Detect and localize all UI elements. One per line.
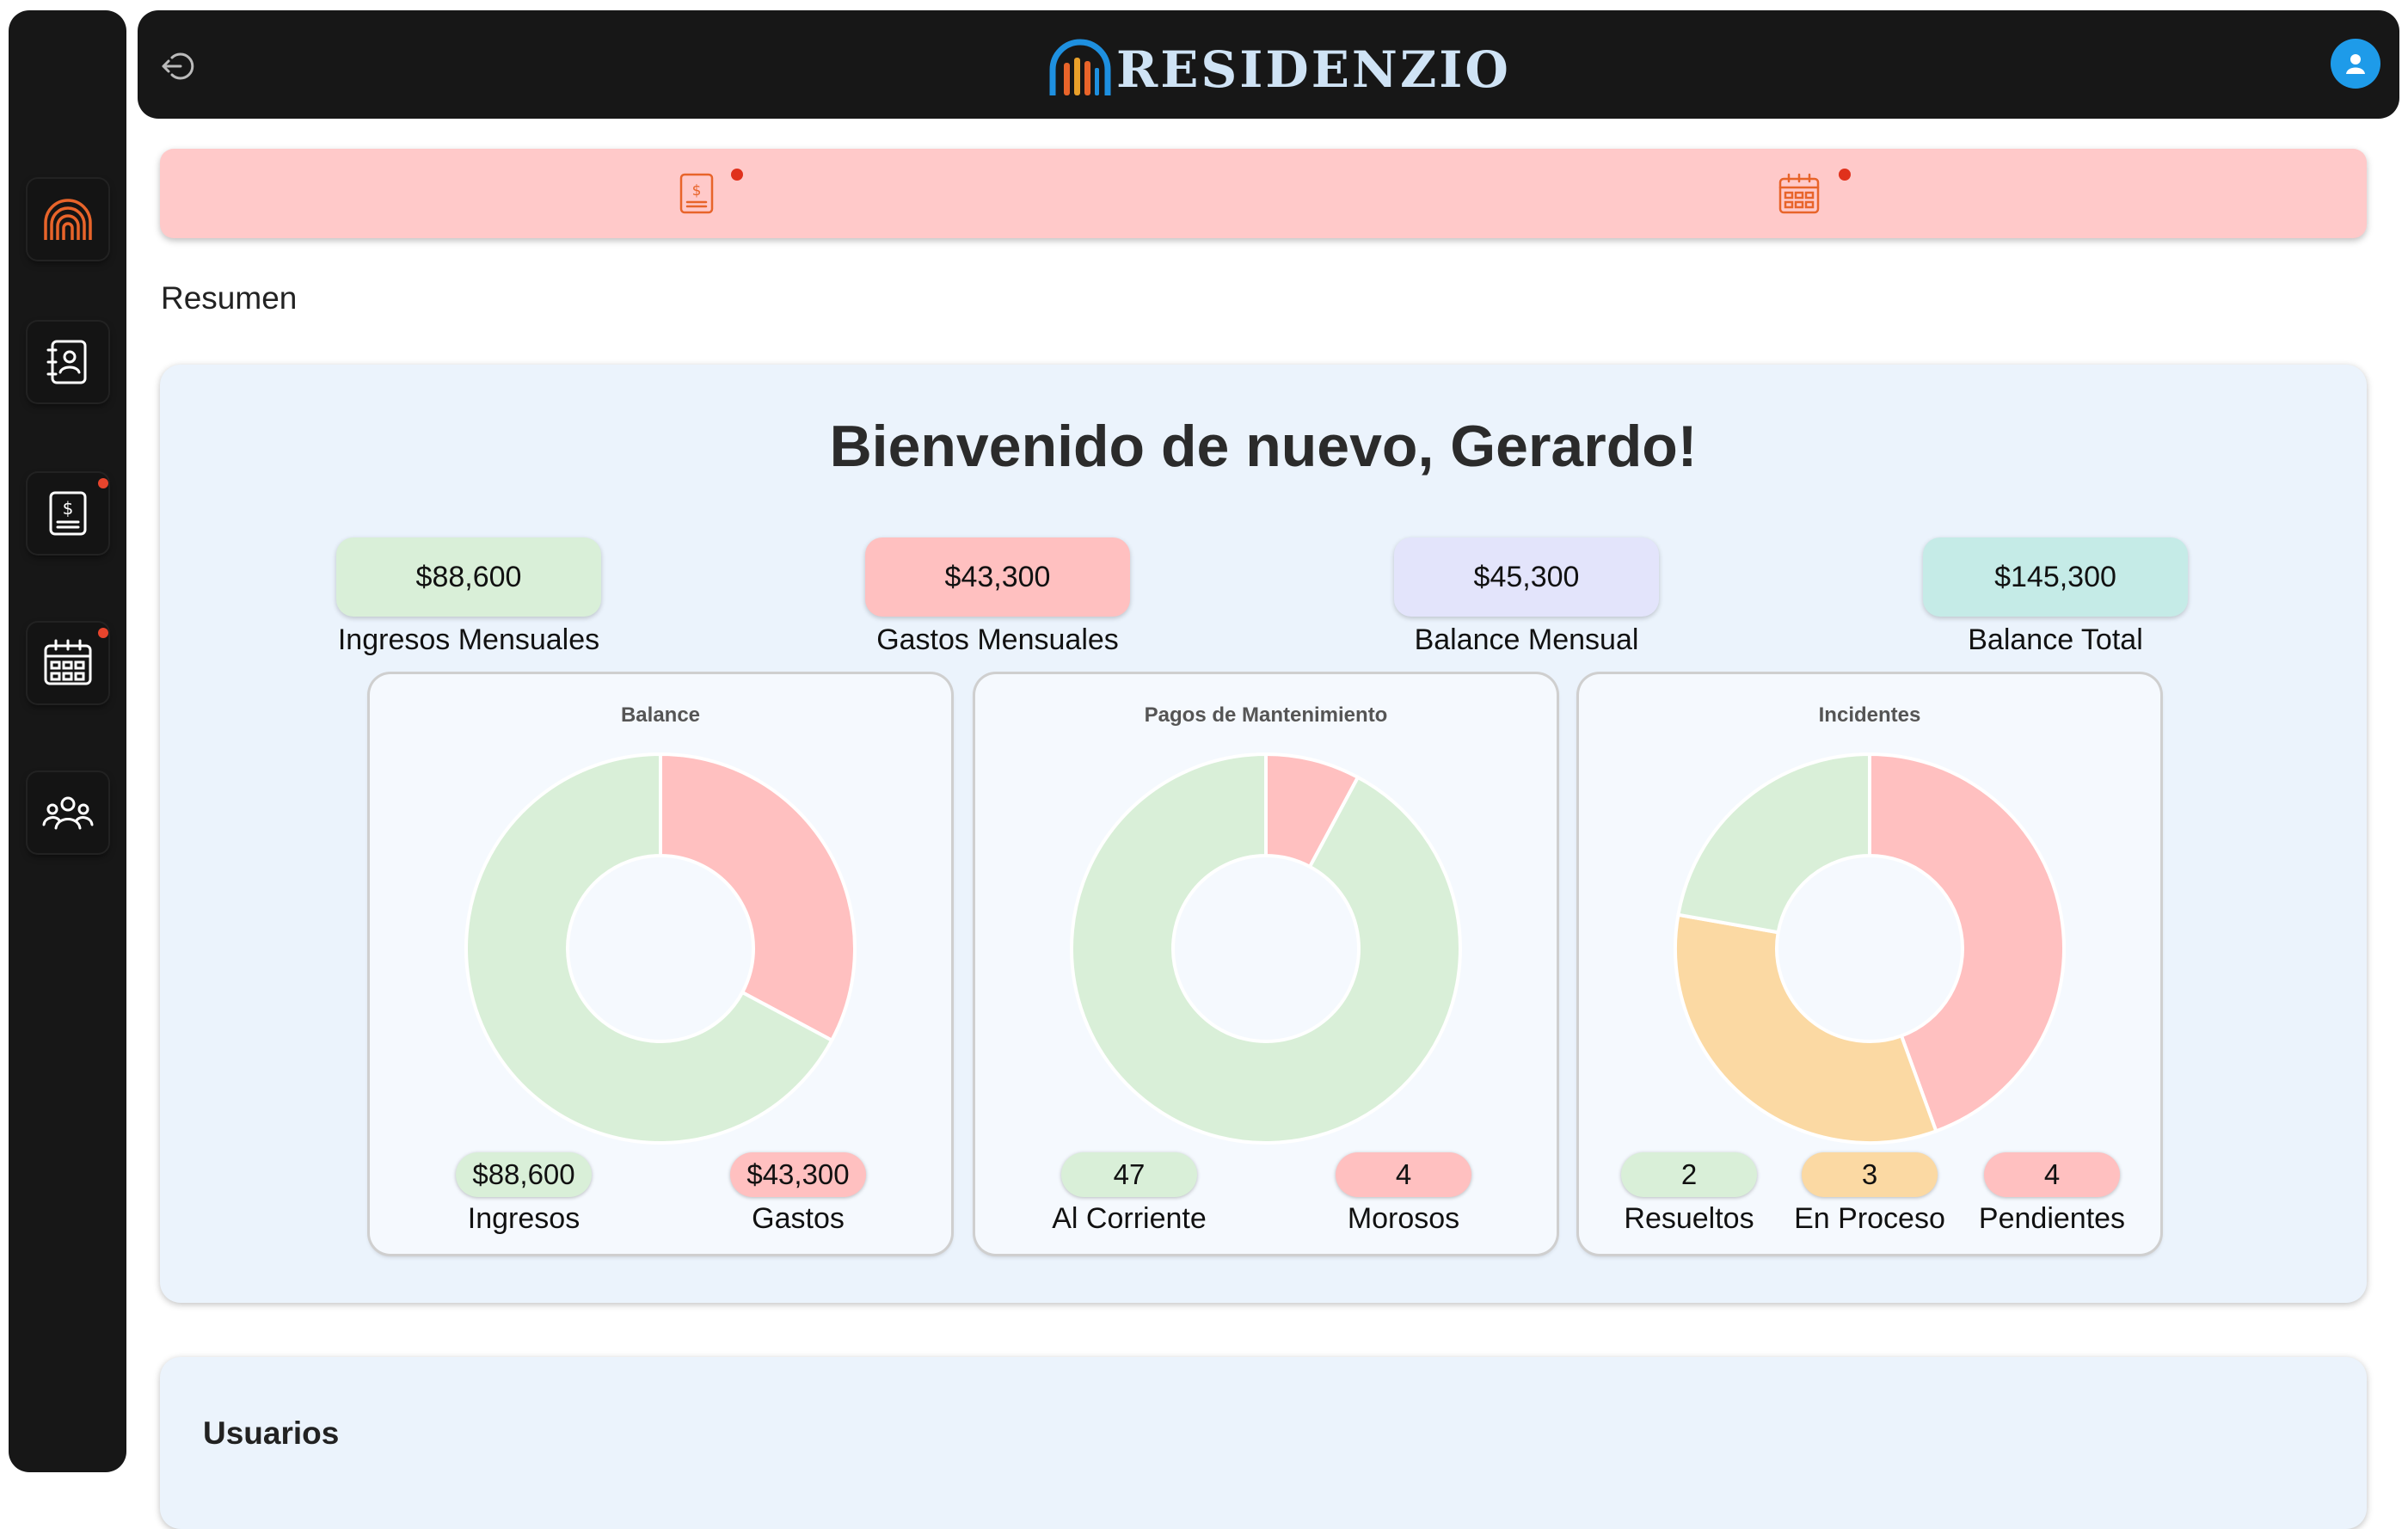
stat-label: Balance Total <box>1968 623 2143 656</box>
legend-item: $88,600 Ingresos <box>429 1152 618 1236</box>
chart-title: Pagos de Mantenimiento <box>1144 703 1388 727</box>
sidebar-item-community[interactable] <box>28 772 108 853</box>
chart-card-mantenimiento: Pagos de Mantenimiento 47 Al Corriente 4… <box>975 674 1557 1254</box>
community-icon <box>42 796 94 830</box>
donut-chart-incidentes[interactable] <box>1668 746 2072 1151</box>
welcome-heading: Bienvenido de nuevo, Gerardo! <box>829 414 1698 479</box>
chart-card-balance: Balance $88,600 Ingresos $43,300 Gastos <box>370 674 951 1254</box>
stat-value: $45,300 <box>1394 537 1659 617</box>
chart-card-incidentes: Incidentes 2 Resueltos 3 En Proceso 4 Pe… <box>1579 674 2160 1254</box>
calendar-icon[interactable] <box>1777 171 1821 216</box>
top-bar: RESIDENZIO <box>138 10 2399 119</box>
legend-label: Morosos <box>1347 1202 1460 1235</box>
legend-value: 2 <box>1621 1152 1757 1197</box>
stat-label: Ingresos Mensuales <box>337 623 600 656</box>
donut-slice-en-proceso[interactable] <box>1674 912 1938 1145</box>
calendar-icon <box>44 639 92 685</box>
legend-value: 4 <box>1336 1152 1471 1197</box>
legend-value: $43,300 <box>730 1152 866 1197</box>
legend-label: Resueltos <box>1624 1202 1754 1235</box>
logout-icon[interactable] <box>158 47 196 85</box>
legend-item: 4 Morosos <box>1309 1152 1498 1236</box>
svg-text:$: $ <box>692 182 702 200</box>
user-avatar[interactable] <box>2331 39 2380 89</box>
legend-value: 47 <box>1061 1152 1197 1197</box>
contacts-icon <box>46 340 87 384</box>
legend-value: $88,600 <box>456 1152 592 1197</box>
legend-item: 2 Resueltos <box>1594 1152 1784 1236</box>
svg-text:$: $ <box>63 498 74 519</box>
bill-icon: $ <box>49 491 87 536</box>
app-logo[interactable]: RESIDENZIO <box>1049 33 1511 107</box>
legend-value: 3 <box>1802 1152 1938 1197</box>
stat-label: Balance Mensual <box>1414 623 1639 656</box>
legend-label: En Proceso <box>1794 1202 1945 1235</box>
chart-title: Balance <box>620 703 701 727</box>
legend-label: Ingresos <box>467 1202 580 1235</box>
stat-balance-total: $145,300 Balance Total <box>1923 537 2188 657</box>
sidebar-item-calendar[interactable] <box>28 623 108 703</box>
chart-title: Incidentes <box>1818 703 1921 727</box>
donut-slice-al-corriente[interactable] <box>1070 752 1462 1145</box>
donut-slice-gastos[interactable] <box>659 752 857 1043</box>
legend-item: 4 Pendientes <box>1957 1152 2147 1236</box>
section-title: Resumen <box>161 280 298 316</box>
stat-label: Gastos Mensuales <box>876 623 1119 656</box>
stat-value: $43,300 <box>865 537 1130 617</box>
legend-label: Al Corriente <box>1052 1202 1207 1235</box>
stat-balance-mensual: $45,300 Balance Mensual <box>1394 537 1659 657</box>
legend-item: $43,300 Gastos <box>703 1152 893 1236</box>
stat-value: $145,300 <box>1923 537 2188 617</box>
residenzio-logo-icon <box>44 199 92 240</box>
summary-card: Bienvenido de nuevo, Gerardo! $88,600 In… <box>160 365 2367 1303</box>
legend-label: Gastos <box>752 1202 845 1235</box>
notification-dot <box>98 628 108 638</box>
residenzio-logo-icon <box>1049 39 1111 95</box>
notification-dot <box>98 478 108 488</box>
notification-bar: $ <box>160 149 2367 238</box>
notification-dot <box>731 169 743 181</box>
donut-chart-balance[interactable] <box>458 746 863 1151</box>
legend-item: 3 En Proceso <box>1775 1152 1964 1236</box>
stat-gastos-mensuales: $43,300 Gastos Mensuales <box>865 537 1130 657</box>
stat-value: $88,600 <box>336 537 601 617</box>
legend-label: Pendientes <box>1978 1202 2126 1235</box>
bill-icon[interactable]: $ <box>674 171 719 216</box>
donut-chart-mantenimiento[interactable] <box>1064 746 1468 1151</box>
legend-item: 47 Al Corriente <box>1035 1152 1224 1236</box>
sidebar-item-payments[interactable]: $ <box>28 473 108 554</box>
notification-dot <box>1839 169 1851 181</box>
legend-value: 4 <box>1984 1152 2120 1197</box>
users-card: Usuarios <box>160 1357 2367 1529</box>
donut-slice-resueltos[interactable] <box>1676 752 1871 935</box>
users-title: Usuarios <box>203 1415 340 1451</box>
stat-ingresos-mensuales: $88,600 Ingresos Mensuales <box>336 537 601 657</box>
app-name: RESIDENZIO <box>1116 40 1511 99</box>
sidebar-item-home[interactable] <box>28 179 108 260</box>
user-icon <box>2346 54 2365 74</box>
sidebar-item-contacts[interactable] <box>28 322 108 402</box>
sidebar: $ <box>9 10 126 1472</box>
